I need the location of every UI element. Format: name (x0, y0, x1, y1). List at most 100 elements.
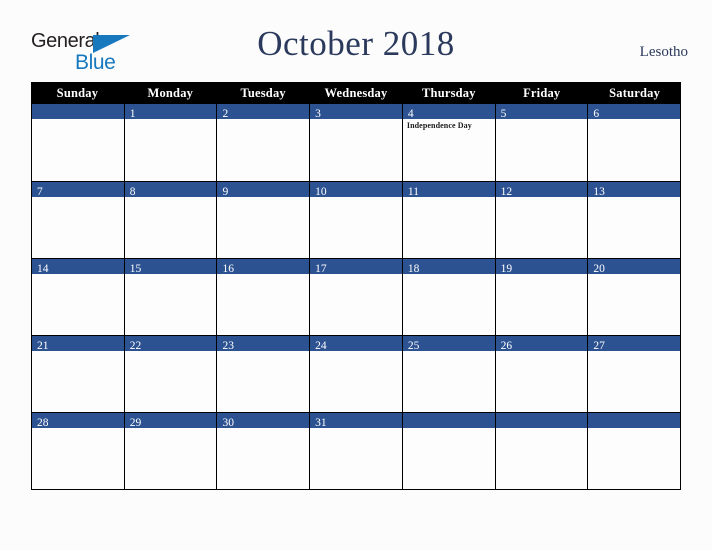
calendar-day-cell-15[interactable]: 15 (124, 258, 218, 335)
day-number: 10 (315, 186, 327, 198)
weekday-header-friday: Friday (523, 86, 561, 100)
calendar-day-cell-23[interactable]: 23 (217, 335, 311, 412)
calendar-day-cell-19[interactable]: 19 (495, 258, 589, 335)
day-number: 16 (222, 263, 234, 275)
calendar-week-row: 14 15 16 17 18 19 20 (32, 258, 681, 335)
day-number: 17 (315, 263, 327, 275)
weekday-header-wednesday: Wednesday (324, 86, 388, 100)
day-number: 5 (500, 108, 507, 120)
calendar-body: 1 2 3 4 Independence Day 5 6 7 8 9 10 11 12 13 14 15 16 1… (31, 104, 681, 490)
calendar-grid: Sunday Monday Tuesday Wednesday Thursday Frid… (31, 82, 681, 490)
day-number: 4 (407, 108, 414, 120)
day-content (403, 428, 495, 430)
calendar-day-cell-2[interactable]: 2 (217, 104, 311, 181)
holiday-event-label: Independence Day (406, 121, 472, 130)
day-number: 22 (129, 340, 142, 352)
day-number-bar: 30 (217, 413, 310, 429)
weekday-header-row: Sunday Monday Tuesday Wednesday Thursday Frid… (31, 82, 681, 104)
day-content (32, 197, 124, 199)
calendar-day-cell-27[interactable]: 27 (588, 335, 681, 412)
day-number-bar: 26 (495, 336, 588, 352)
calendar-day-cell-20[interactable]: 20 (588, 258, 681, 335)
day-number-bar: 23 (217, 336, 310, 352)
calendar-day-cell-empty[interactable] (588, 412, 681, 489)
calendar-day-cell-1[interactable]: 1 (124, 104, 218, 181)
calendar-day-cell-13[interactable]: 13 (588, 181, 681, 258)
day-number-bar: 24 (310, 336, 402, 352)
calendar-day-cell-5[interactable]: 5 (495, 104, 589, 181)
day-number-bar: 14 (32, 259, 124, 275)
calendar-day-cell-10[interactable]: 10 (310, 181, 403, 258)
day-number: 25 (407, 340, 420, 352)
day-number: 7 (37, 186, 43, 198)
day-number-bar: 12 (495, 182, 588, 198)
calendar-day-cell-31[interactable]: 31 (310, 412, 403, 489)
calendar-day-cell-29[interactable]: 29 (124, 412, 218, 489)
day-number: 11 (407, 186, 419, 198)
calendar-day-cell-3[interactable]: 3 (310, 104, 403, 181)
day-content (217, 197, 309, 199)
day-number: 13 (593, 186, 605, 198)
calendar-day-cell-7[interactable]: 7 (32, 181, 125, 258)
calendar-week-row: 28 29 30 31 (32, 412, 681, 489)
calendar-day-cell-4[interactable]: 4 Independence Day (402, 104, 496, 181)
calendar-day-cell-11[interactable]: 11 (402, 181, 496, 258)
day-number-bar: 20 (588, 259, 681, 275)
day-number: 21 (37, 340, 49, 352)
day-number-bar: 22 (124, 336, 217, 352)
day-number-bar: 4 (402, 104, 495, 120)
day-number: 27 (593, 340, 605, 352)
weekday-header-thursday: Thursday (422, 86, 476, 100)
day-number-bar: 17 (310, 259, 402, 275)
day-content (496, 119, 588, 121)
day-number: 6 (593, 108, 600, 120)
calendar-day-cell-22[interactable]: 22 (124, 335, 218, 412)
day-content: Independence Day (403, 119, 495, 131)
page-title: October 2018 (257, 24, 455, 63)
calendar-day-cell-empty[interactable] (32, 104, 125, 181)
day-number-bar: 7 (32, 182, 124, 198)
calendar-day-cell-empty[interactable] (402, 412, 496, 489)
day-content (588, 428, 680, 430)
day-content (125, 119, 217, 121)
day-number: 30 (222, 417, 234, 429)
calendar-day-cell-empty[interactable] (495, 412, 589, 489)
calendar-day-cell-28[interactable]: 28 (32, 412, 125, 489)
day-number: 14 (37, 263, 49, 275)
day-number-bar (32, 104, 124, 119)
day-number-bar: 8 (124, 182, 217, 198)
day-number: 24 (315, 340, 327, 352)
calendar-day-cell-8[interactable]: 8 (124, 181, 218, 258)
calendar-page: General Blue October 2018 Lesotho Sunday… (0, 0, 712, 550)
day-number-bar: 13 (588, 182, 681, 198)
calendar-day-cell-14[interactable]: 14 (32, 258, 125, 335)
weekday-header-tuesday: Tuesday (240, 86, 286, 100)
day-number-bar: 31 (310, 413, 402, 429)
calendar-day-cell-12[interactable]: 12 (495, 181, 589, 258)
day-number-bar: 19 (495, 259, 588, 275)
day-number: 12 (500, 186, 513, 198)
calendar-day-cell-30[interactable]: 30 (217, 412, 311, 489)
calendar-day-cell-9[interactable]: 9 (217, 181, 311, 258)
day-number: 26 (500, 340, 513, 352)
day-number-bar: 28 (32, 413, 124, 429)
calendar-day-cell-16[interactable]: 16 (217, 258, 311, 335)
day-number-bar (402, 413, 495, 428)
calendar-day-cell-26[interactable]: 26 (495, 335, 589, 412)
calendar-day-cell-24[interactable]: 24 (310, 335, 403, 412)
calendar-day-cell-18[interactable]: 18 (402, 258, 496, 335)
calendar-day-cell-21[interactable]: 21 (32, 335, 125, 412)
day-number: 19 (500, 263, 513, 275)
calendar-day-cell-25[interactable]: 25 (402, 335, 496, 412)
day-number-bar: 2 (217, 104, 310, 120)
day-number: 20 (593, 263, 605, 275)
calendar-day-cell-6[interactable]: 6 (588, 104, 681, 181)
day-content (310, 119, 402, 121)
calendar-day-cell-17[interactable]: 17 (310, 258, 403, 335)
day-number-bar: 21 (32, 336, 124, 352)
day-content (588, 119, 680, 121)
day-number: 29 (129, 417, 142, 429)
calendar-week-row: 21 22 23 24 25 26 27 (32, 335, 681, 412)
day-number-bar: 25 (402, 336, 495, 352)
day-number: 23 (222, 340, 234, 352)
